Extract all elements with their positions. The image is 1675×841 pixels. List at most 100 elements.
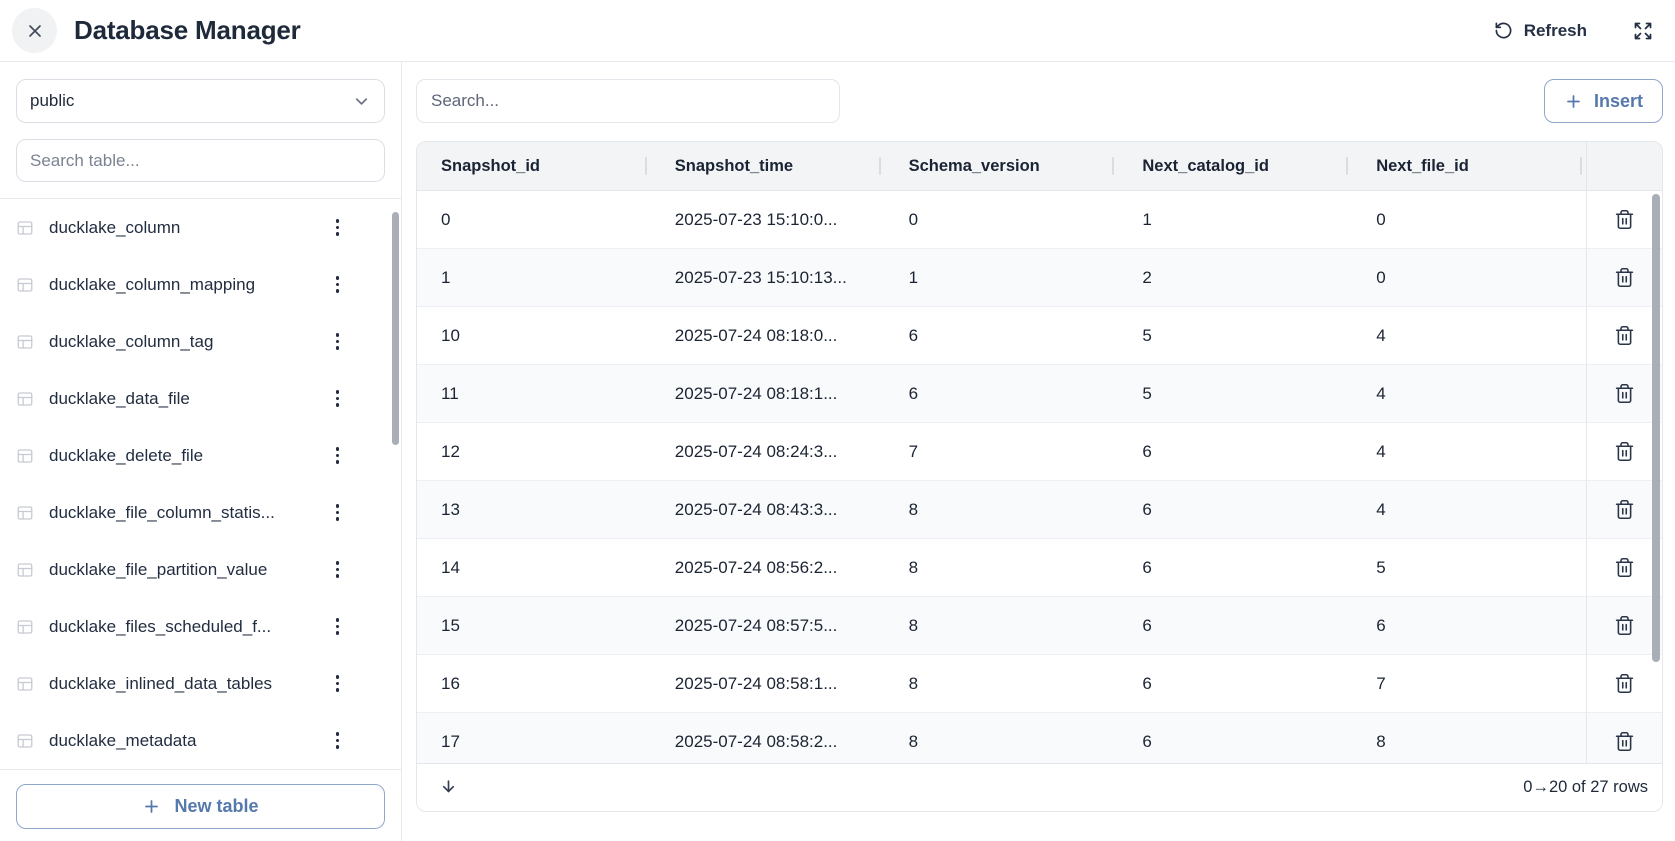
table-cell[interactable]: 2025-07-24 08:18:1... xyxy=(651,365,885,422)
new-table-button[interactable]: New table xyxy=(16,784,385,829)
table-cell[interactable]: 17 xyxy=(417,713,651,763)
table-cell[interactable]: 2025-07-23 15:10:13... xyxy=(651,249,885,306)
table-menu-button[interactable] xyxy=(332,442,344,469)
table-cell[interactable]: 2 xyxy=(1118,249,1352,306)
delete-row-button[interactable] xyxy=(1614,383,1635,404)
sidebar-table-item[interactable]: ducklake_file_column_statis... xyxy=(0,484,401,541)
table-cell[interactable]: 5 xyxy=(1118,365,1352,422)
table-cell[interactable]: 2025-07-24 08:57:5... xyxy=(651,597,885,654)
sidebar-table-item[interactable]: ducklake_column xyxy=(0,199,401,256)
table-row[interactable]: 142025-07-24 08:56:2...865 xyxy=(417,539,1662,597)
table-cell[interactable]: 2025-07-24 08:58:1... xyxy=(651,655,885,712)
table-cell[interactable]: 8 xyxy=(885,713,1119,763)
delete-row-button[interactable] xyxy=(1614,499,1635,520)
delete-row-button[interactable] xyxy=(1614,267,1635,288)
table-cell[interactable]: 0 xyxy=(1352,191,1586,248)
table-row[interactable]: 162025-07-24 08:58:1...867 xyxy=(417,655,1662,713)
sidebar-table-item[interactable]: ducklake_file_partition_value xyxy=(0,541,401,598)
delete-row-button[interactable] xyxy=(1614,325,1635,346)
table-row[interactable]: 12025-07-23 15:10:13...120 xyxy=(417,249,1662,307)
table-cell[interactable]: 0 xyxy=(417,191,651,248)
table-cell[interactable]: 0 xyxy=(1352,249,1586,306)
sidebar-table-item[interactable]: ducklake_column_mapping xyxy=(0,256,401,313)
close-button[interactable] xyxy=(12,8,57,53)
table-row[interactable]: 172025-07-24 08:58:2...868 xyxy=(417,713,1662,763)
table-menu-button[interactable] xyxy=(332,385,344,412)
table-menu-button[interactable] xyxy=(332,670,344,697)
table-cell[interactable]: 7 xyxy=(1352,655,1586,712)
sidebar-table-item[interactable]: ducklake_column_tag xyxy=(0,313,401,370)
table-cell[interactable]: 15 xyxy=(417,597,651,654)
column-header[interactable]: Schema_version xyxy=(885,142,1119,190)
table-cell[interactable]: 6 xyxy=(885,365,1119,422)
table-cell[interactable]: 6 xyxy=(1118,597,1352,654)
sidebar-table-item[interactable]: ducklake_files_scheduled_f... xyxy=(0,598,401,655)
table-cell[interactable]: 8 xyxy=(1352,713,1586,763)
table-cell[interactable]: 1 xyxy=(885,249,1119,306)
delete-row-button[interactable] xyxy=(1614,673,1635,694)
table-cell[interactable]: 6 xyxy=(1352,597,1586,654)
download-button[interactable] xyxy=(439,778,458,797)
sidebar-table-item[interactable]: ducklake_inlined_data_tables xyxy=(0,655,401,712)
table-cell[interactable]: 4 xyxy=(1352,423,1586,480)
refresh-button[interactable]: Refresh xyxy=(1494,21,1587,41)
table-menu-button[interactable] xyxy=(332,556,344,583)
table-scrollbar[interactable] xyxy=(1652,194,1660,662)
table-cell[interactable]: 6 xyxy=(885,307,1119,364)
table-cell[interactable]: 8 xyxy=(885,539,1119,596)
table-row[interactable]: 112025-07-24 08:18:1...654 xyxy=(417,365,1662,423)
table-cell[interactable]: 4 xyxy=(1352,481,1586,538)
table-cell[interactable]: 4 xyxy=(1352,365,1586,422)
delete-row-button[interactable] xyxy=(1614,209,1635,230)
table-cell[interactable]: 5 xyxy=(1352,539,1586,596)
sidebar-scrollbar[interactable] xyxy=(392,212,399,445)
column-header[interactable]: Next_catalog_id xyxy=(1118,142,1352,190)
table-cell[interactable]: 8 xyxy=(885,597,1119,654)
table-cell[interactable]: 6 xyxy=(1118,539,1352,596)
table-row[interactable]: 122025-07-24 08:24:3...764 xyxy=(417,423,1662,481)
table-cell[interactable]: 12 xyxy=(417,423,651,480)
table-cell[interactable]: 4 xyxy=(1352,307,1586,364)
table-cell[interactable]: 2025-07-23 15:10:0... xyxy=(651,191,885,248)
table-cell[interactable]: 1 xyxy=(1118,191,1352,248)
table-row[interactable]: 102025-07-24 08:18:0...654 xyxy=(417,307,1662,365)
table-cell[interactable]: 2025-07-24 08:43:3... xyxy=(651,481,885,538)
column-header[interactable]: Snapshot_time xyxy=(651,142,885,190)
table-cell[interactable]: 7 xyxy=(885,423,1119,480)
row-search-input[interactable] xyxy=(416,79,840,123)
table-cell[interactable]: 14 xyxy=(417,539,651,596)
fullscreen-button[interactable] xyxy=(1633,21,1653,41)
delete-row-button[interactable] xyxy=(1614,615,1635,636)
table-row[interactable]: 152025-07-24 08:57:5...866 xyxy=(417,597,1662,655)
table-cell[interactable]: 1 xyxy=(417,249,651,306)
insert-button[interactable]: Insert xyxy=(1544,79,1663,123)
table-menu-button[interactable] xyxy=(332,328,344,355)
sidebar-table-item[interactable]: ducklake_data_file xyxy=(0,370,401,427)
table-cell[interactable]: 8 xyxy=(885,655,1119,712)
table-cell[interactable]: 6 xyxy=(1118,655,1352,712)
table-cell[interactable]: 10 xyxy=(417,307,651,364)
delete-row-button[interactable] xyxy=(1614,731,1635,752)
schema-select[interactable]: public xyxy=(16,79,385,123)
table-menu-button[interactable] xyxy=(332,214,344,241)
table-cell[interactable]: 5 xyxy=(1118,307,1352,364)
table-menu-button[interactable] xyxy=(332,613,344,640)
table-cell[interactable]: 2025-07-24 08:24:3... xyxy=(651,423,885,480)
table-cell[interactable]: 6 xyxy=(1118,423,1352,480)
table-cell[interactable]: 2025-07-24 08:56:2... xyxy=(651,539,885,596)
table-cell[interactable]: 16 xyxy=(417,655,651,712)
table-search-input[interactable] xyxy=(16,139,385,182)
delete-row-button[interactable] xyxy=(1614,441,1635,462)
table-row[interactable]: 132025-07-24 08:43:3...864 xyxy=(417,481,1662,539)
table-cell[interactable]: 2025-07-24 08:58:2... xyxy=(651,713,885,763)
table-row[interactable]: 02025-07-23 15:10:0...010 xyxy=(417,191,1662,249)
table-menu-button[interactable] xyxy=(332,499,344,526)
sidebar-table-item[interactable]: ducklake_metadata xyxy=(0,712,401,769)
delete-row-button[interactable] xyxy=(1614,557,1635,578)
table-cell[interactable]: 0 xyxy=(885,191,1119,248)
column-header[interactable]: Next_file_id xyxy=(1352,142,1586,190)
column-header[interactable]: Snapshot_id xyxy=(417,142,651,190)
table-menu-button[interactable] xyxy=(332,271,344,298)
table-cell[interactable]: 6 xyxy=(1118,481,1352,538)
table-cell[interactable]: 8 xyxy=(885,481,1119,538)
